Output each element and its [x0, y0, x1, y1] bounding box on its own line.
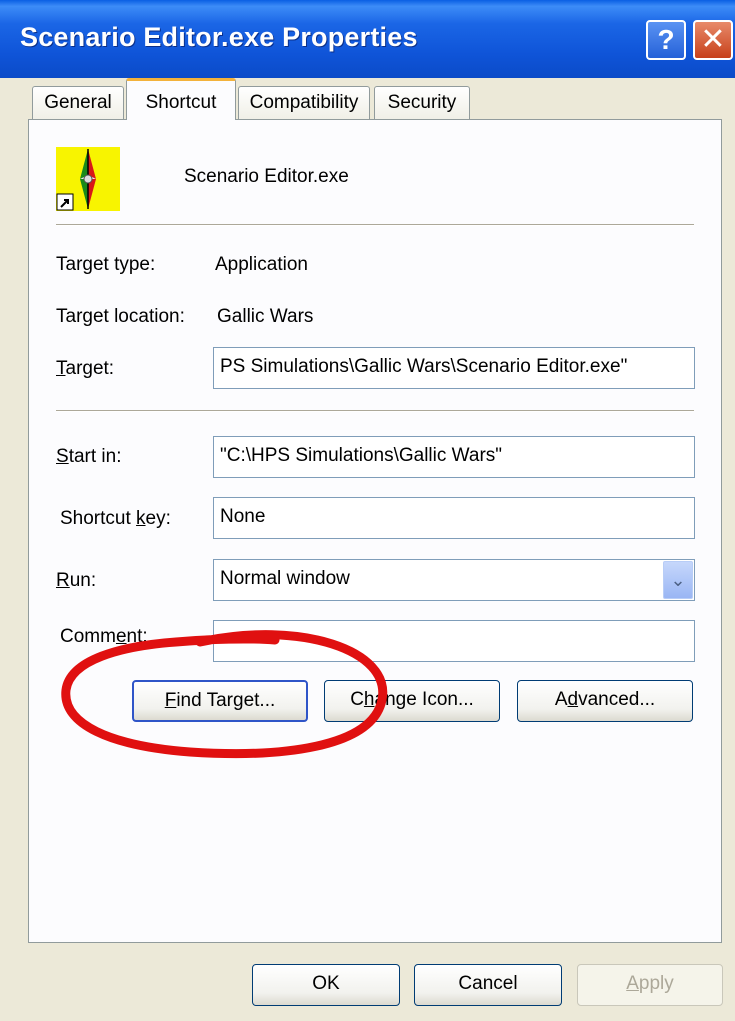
comment-label-accel: e: [115, 626, 127, 647]
advanced-button[interactable]: Advanced...: [517, 680, 693, 722]
run-select[interactable]: Normal window ⌄: [213, 559, 695, 601]
ok-button[interactable]: OK: [252, 964, 400, 1006]
run-dropdown-button[interactable]: ⌄: [663, 561, 693, 599]
run-label: Run:: [56, 570, 96, 592]
tab-compatibility[interactable]: Compatibility: [238, 86, 370, 120]
shortcut-key-label-pre: Shortcut: [60, 508, 137, 529]
title-bar[interactable]: Scenario Editor.exe Properties ? ✕: [0, 0, 735, 78]
help-button[interactable]: ?: [646, 20, 686, 60]
start-in-label-accel: S: [56, 446, 69, 467]
tab-general[interactable]: General: [32, 86, 124, 120]
start-in-input[interactable]: "C:\HPS Simulations\Gallic Wars": [213, 436, 695, 478]
find-target-accel: F: [164, 690, 177, 711]
start-in-label: Start in:: [56, 446, 122, 468]
shortcut-key-label-rest: ey:: [145, 508, 171, 529]
help-icon: ?: [657, 24, 675, 55]
target-label-rest: arget:: [65, 358, 115, 379]
tab-security[interactable]: Security: [374, 86, 470, 120]
change-icon-accel: h: [363, 689, 375, 710]
change-icon-rest: ange Icon...: [374, 689, 474, 710]
separator: [56, 224, 694, 226]
find-target-button[interactable]: Find Target...: [132, 680, 308, 722]
advanced-pre: A: [554, 689, 568, 710]
target-input[interactable]: PS Simulations\Gallic Wars\Scenario Edit…: [213, 347, 695, 389]
apply-button[interactable]: Apply: [577, 964, 723, 1006]
target-location-label: Target location:: [56, 306, 185, 327]
apply-accel: A: [626, 973, 639, 994]
target-type-label: Target type:: [56, 254, 156, 275]
run-label-accel: R: [56, 570, 70, 591]
comment-input[interactable]: [213, 620, 695, 662]
file-name-label: Scenario Editor.exe: [184, 166, 349, 187]
target-type-value: Application: [215, 254, 308, 275]
cancel-button[interactable]: Cancel: [414, 964, 562, 1006]
start-in-label-rest: tart in:: [68, 446, 122, 467]
run-select-value: Normal window: [220, 568, 350, 589]
shortcut-arrow-icon: [56, 193, 74, 211]
change-icon-button[interactable]: Change Icon...: [324, 680, 500, 722]
comment-label: Comment:: [60, 626, 148, 648]
separator: [56, 410, 694, 412]
target-label: Target:: [56, 358, 114, 380]
comment-label-pre: Comm: [60, 626, 116, 647]
comment-label-rest: nt:: [126, 626, 148, 647]
scenario-editor-app-icon: [56, 147, 120, 211]
find-target-rest: ind Target...: [176, 690, 276, 711]
chevron-down-icon: ⌄: [670, 570, 686, 590]
advanced-accel: d: [567, 689, 579, 710]
shortcut-key-input[interactable]: None: [213, 497, 695, 539]
target-location-value: Gallic Wars: [217, 306, 314, 327]
change-icon-pre: C: [350, 689, 364, 710]
close-button[interactable]: ✕: [693, 20, 733, 60]
shortcut-key-label: Shortcut key:: [60, 508, 171, 530]
shortcut-key-label-accel: k: [136, 508, 146, 529]
window-title: Scenario Editor.exe Properties: [20, 22, 418, 52]
tab-shortcut[interactable]: Shortcut: [126, 78, 236, 120]
target-label-accel: T: [56, 358, 66, 379]
close-icon: ✕: [700, 23, 726, 56]
run-label-rest: un:: [69, 570, 97, 591]
apply-rest: pply: [638, 973, 674, 994]
advanced-rest: vanced...: [578, 689, 656, 710]
